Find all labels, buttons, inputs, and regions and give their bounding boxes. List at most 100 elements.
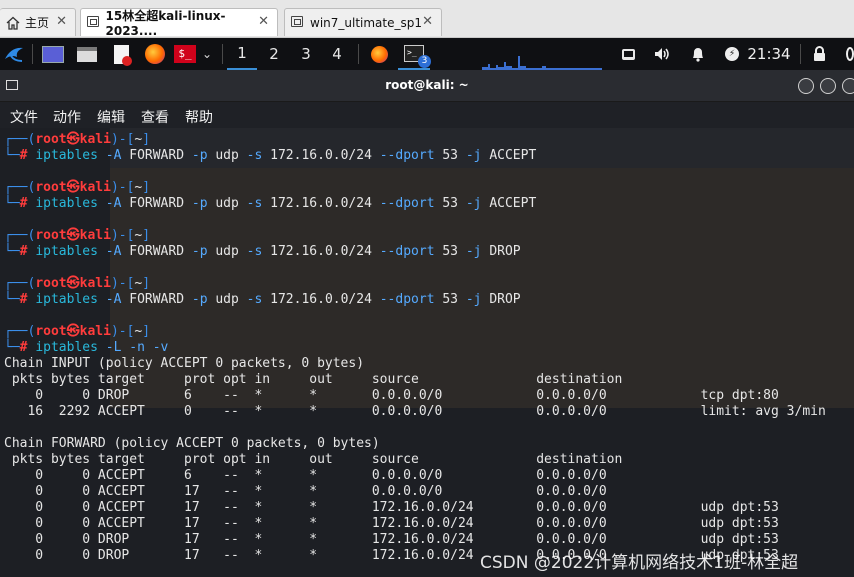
prompt-bracket: )-[	[110, 276, 135, 291]
command-option: -A	[105, 292, 122, 307]
lock-icon[interactable]	[808, 38, 830, 70]
prompt-bracket: └─	[4, 148, 20, 163]
command-argument: 53	[442, 148, 459, 163]
command-argument: FORWARD	[129, 148, 185, 163]
show-desktop-icon[interactable]	[40, 38, 66, 70]
command-argument: udp	[215, 292, 239, 307]
maximize-button[interactable]	[820, 78, 836, 94]
menu-help[interactable]: 帮助	[185, 107, 213, 127]
output-line: 0 0 ACCEPT 6 -- * * 0.0.0.0/0 0.0.0.0/0	[4, 468, 607, 483]
command-argument: ACCEPT	[489, 196, 537, 211]
home-icon	[6, 16, 20, 30]
output-line: pkts bytes target prot opt in out source…	[4, 372, 693, 387]
prompt-bracket: └─	[4, 244, 20, 259]
chevron-down-icon[interactable]: ⌄	[198, 38, 216, 70]
firefox-icon[interactable]	[142, 38, 168, 70]
prompt-bracket: ┌──(	[4, 276, 36, 291]
command-option: -L	[105, 340, 122, 355]
close-icon[interactable]: ✕	[422, 14, 433, 29]
text-editor-icon[interactable]	[108, 38, 134, 70]
terminal-emulator-icon[interactable]: $_	[172, 38, 198, 70]
command-line: └─# iptables -A FORWARD -p udp -s 172.16…	[4, 292, 521, 308]
display-icon[interactable]	[616, 38, 640, 70]
command-argument: udp	[215, 148, 239, 163]
command-line: └─# iptables -A FORWARD -p udp -s 172.16…	[4, 196, 536, 212]
command-argument: ACCEPT	[489, 148, 537, 163]
prompt-bracket: )-[	[110, 180, 135, 195]
close-icon[interactable]: ✕	[56, 14, 67, 29]
menu-action[interactable]: 动作	[53, 107, 81, 127]
close-icon[interactable]: ✕	[258, 14, 269, 29]
terminal-titlebar[interactable]: root@kali: ~	[0, 70, 854, 102]
vm-tab-home[interactable]: 主页 ✕	[0, 8, 76, 36]
kali-menu-button[interactable]	[0, 38, 28, 70]
power-icon[interactable]	[840, 38, 854, 70]
prompt-line: ┌──(root㉿kali)-[~]	[4, 324, 150, 340]
prompt-bracket: └─	[4, 340, 20, 355]
prompt-hash: #	[19, 196, 36, 211]
workspace-2[interactable]: 2	[259, 38, 289, 70]
command-line: └─# iptables -L -n -v	[4, 340, 168, 356]
vm-tab-win7[interactable]: win7_ultimate_sp1 ✕	[284, 8, 442, 36]
command-name: iptables	[35, 244, 98, 259]
command-argument: 53	[442, 196, 459, 211]
terminal-window-button[interactable]: >_ 3	[398, 38, 431, 70]
command-argument: udp	[215, 244, 239, 259]
menu-file[interactable]: 文件	[10, 107, 38, 127]
command-option: --dport	[379, 148, 435, 163]
command-argument: DROP	[489, 292, 521, 307]
output-line: 0 0 ACCEPT 17 -- * * 0.0.0.0/0 0.0.0.0/0	[4, 484, 607, 499]
menu-edit[interactable]: 编辑	[97, 107, 125, 127]
command-option: -s	[246, 292, 263, 307]
command-option: -j	[465, 196, 482, 211]
panel-clock[interactable]: 21:34	[746, 38, 792, 70]
command-argument: FORWARD	[129, 292, 185, 307]
vm-tab-strip: 主页 ✕ 15林全超kali-linux-2023.... ✕ win7_ult…	[0, 0, 854, 38]
terminal-output-area[interactable]: ┌──(root㉿kali)-[~] └─# iptables -A FORWAR…	[0, 128, 854, 577]
prompt-user-host: root㉿kali	[35, 180, 111, 195]
prompt-user-host: root㉿kali	[35, 228, 111, 243]
command-argument: FORWARD	[129, 196, 185, 211]
output-line: 16 2292 ACCEPT 0 -- * * 0.0.0.0/0 0.0.0.…	[4, 404, 826, 419]
command-option: --dport	[379, 292, 435, 307]
workspace-4[interactable]: 4	[322, 38, 352, 70]
prompt-user-host: root㉿kali	[35, 276, 111, 291]
command-name: iptables	[35, 292, 98, 307]
vm-tab-label: win7_ultimate_sp1	[310, 15, 423, 30]
workspace-1[interactable]: 1	[227, 38, 257, 70]
command-option: -n	[129, 340, 145, 355]
prompt-bracket: ]	[142, 276, 151, 291]
volume-icon[interactable]	[650, 38, 674, 70]
vm-tab-kali[interactable]: 15林全超kali-linux-2023.... ✕	[80, 8, 278, 38]
workspace-3[interactable]: 3	[291, 38, 321, 70]
close-button[interactable]	[842, 78, 854, 94]
command-option: --dport	[379, 196, 435, 211]
command-name: iptables	[35, 340, 98, 355]
command-option: -A	[105, 196, 122, 211]
firefox-window-button[interactable]	[366, 38, 392, 70]
prompt-bracket: )-[	[110, 132, 135, 147]
minimize-button[interactable]	[798, 78, 814, 94]
power-manager-icon[interactable]: ⚡	[720, 38, 744, 70]
menu-view[interactable]: 查看	[141, 107, 169, 127]
notification-bell-icon[interactable]	[686, 38, 710, 70]
file-manager-icon[interactable]	[74, 38, 100, 70]
kali-top-panel: $_ ⌄ 1 2 3 4 >_ 3 ⚡ 21:34	[0, 38, 854, 70]
